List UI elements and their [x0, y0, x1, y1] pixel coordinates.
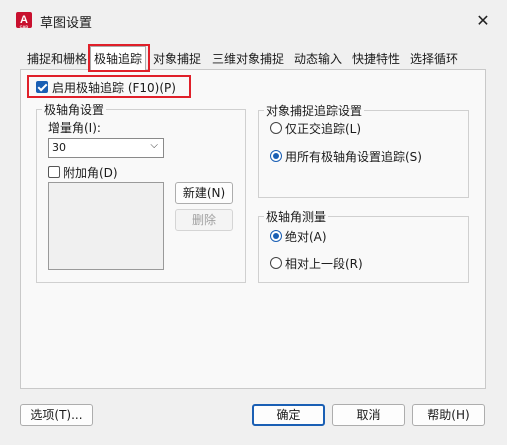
options-button[interactable]: 选项(T)... [20, 404, 93, 426]
absolute-label: 绝对(A) [285, 230, 327, 244]
relative-last-segment-label: 相对上一段(R) [285, 257, 363, 271]
tab-3d-object-snap[interactable]: 三维对象捕捉 [209, 49, 287, 69]
polar-angle-legend: 极轴角设置 [42, 101, 107, 118]
chevron-down-icon: ⌵ [150, 140, 158, 151]
absolute-radio[interactable] [270, 230, 282, 242]
window-title: 草图设置 [40, 16, 93, 31]
additional-angle-list[interactable] [48, 182, 164, 270]
tab-object-snap[interactable]: 对象捕捉 [150, 49, 204, 69]
enable-highlight-box [27, 75, 191, 98]
additional-angle-label: 附加角(D) [63, 166, 118, 180]
polar-measure-group [258, 216, 469, 283]
increment-angle-value: 30 [52, 141, 66, 154]
delete-angle-button[interactable]: 删除 [175, 209, 233, 231]
tab-dynamic-input[interactable]: 动态输入 [291, 49, 345, 69]
help-button[interactable]: 帮助(H) [412, 404, 485, 426]
tab-highlight-box [88, 44, 150, 72]
all-polar-angles-radio[interactable] [270, 150, 282, 162]
polar-measure-legend: 极轴角测量 [264, 208, 329, 225]
tab-quick-properties[interactable]: 快捷特性 [349, 49, 403, 69]
cancel-button[interactable]: 取消 [332, 404, 405, 426]
all-polar-angles-label: 用所有极轴角设置追踪(S) [285, 150, 422, 164]
close-icon[interactable]: ✕ [470, 8, 496, 34]
orthogonal-only-radio[interactable] [270, 122, 282, 134]
relative-last-segment-radio[interactable] [270, 257, 282, 269]
tab-snap-grid[interactable]: 捕捉和栅格 [24, 49, 90, 69]
autocad-logo-icon: A CAD [16, 12, 32, 29]
orthogonal-only-label: 仅正交追踪(L) [285, 122, 362, 136]
increment-angle-select[interactable]: 30 ⌵ [48, 138, 164, 158]
new-angle-button[interactable]: 新建(N) [175, 182, 233, 204]
increment-angle-label: 增量角(I): [48, 121, 101, 135]
tab-selection-cycling[interactable]: 选择循环 [407, 49, 461, 69]
additional-angle-checkbox[interactable] [48, 166, 60, 178]
snap-tracking-legend: 对象捕捉追踪设置 [264, 102, 365, 119]
ok-button[interactable]: 确定 [252, 404, 325, 426]
